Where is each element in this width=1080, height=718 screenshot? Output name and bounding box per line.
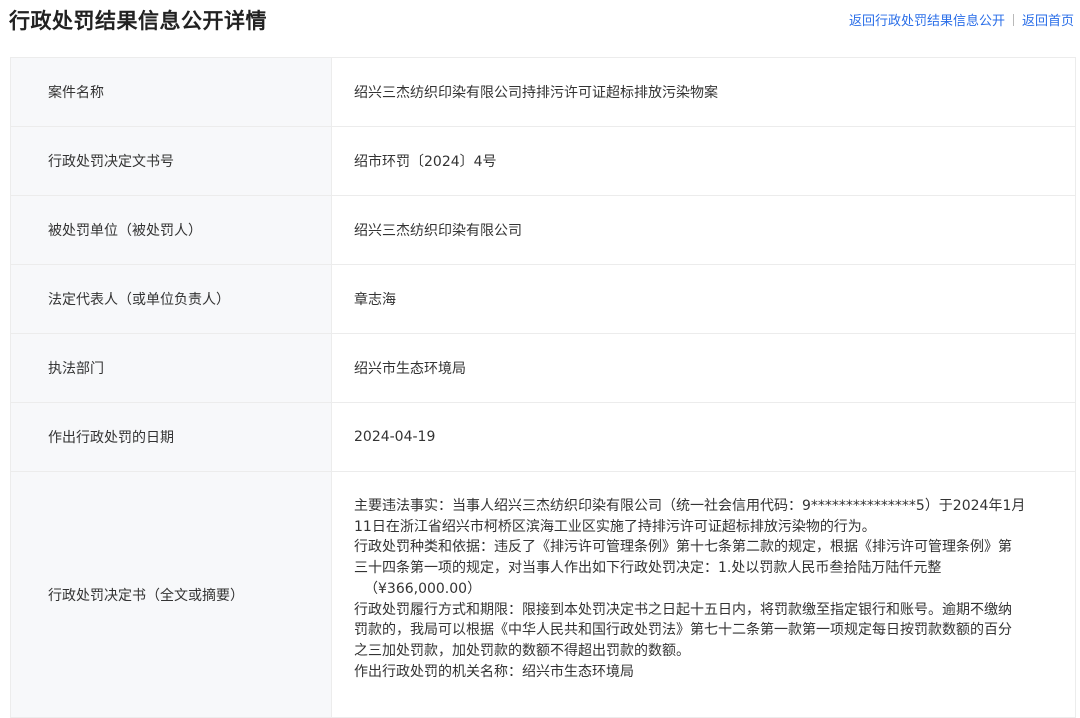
row-label: 作出行政处罚的日期 — [11, 403, 332, 471]
row-label: 行政处罚决定文书号 — [11, 127, 332, 195]
table-row-legal-representative: 法定代表人（或单位负责人） 章志海 — [11, 265, 1076, 334]
row-label: 执法部门 — [11, 334, 332, 402]
page-title: 行政处罚结果信息公开详情 — [9, 9, 267, 33]
decision-line: 主要违法事实：当事人绍兴三杰纺织印染有限公司（统一社会信用代码：9*******… — [354, 498, 1026, 514]
decision-line: 三十四条第一项的规定，对当事人作出如下行政处罚决定：1.处以罚款人民币叁拾陆万陆… — [354, 560, 942, 577]
row-value: 绍兴三杰纺织印染有限公司持排污许可证超标排放污染物案 — [332, 58, 1076, 126]
nav-divider — [1012, 13, 1014, 26]
row-value: 绍兴市生态环境局 — [332, 334, 1076, 402]
table-row-document-number: 行政处罚决定文书号 绍市环罚〔2024〕4号 — [11, 127, 1076, 196]
decision-line: 行政处罚履行方式和期限：限接到本处罚决定书之日起十五日内，将罚款缴至指定银行和账… — [354, 601, 1012, 618]
row-value: 章志海 — [332, 265, 1076, 333]
detail-table: 案件名称 绍兴三杰纺织印染有限公司持排污许可证超标排放污染物案 行政处罚决定文书… — [10, 57, 1076, 718]
decision-line: 11日在浙江省绍兴市柯桥区滨海工业区实施了持排污许可证超标排放污染物的行为。 — [354, 518, 876, 535]
back-to-home-link[interactable]: 返回首页 — [1022, 10, 1074, 29]
row-label: 案件名称 — [11, 58, 332, 126]
page-header: 行政处罚结果信息公开详情 返回行政处罚结果信息公开 返回首页 — [0, 0, 1080, 44]
table-row-decision-document: 行政处罚决定书（全文或摘要） 主要违法事实：当事人绍兴三杰纺织印染有限公司（统一… — [11, 472, 1076, 718]
table-row-penalty-date: 作出行政处罚的日期 2024-04-19 — [11, 403, 1076, 472]
table-row-penalized-entity: 被处罚单位（被处罚人） 绍兴三杰纺织印染有限公司 — [11, 196, 1076, 265]
decision-line-amount: （¥366,000.00） — [364, 580, 482, 597]
table-row-case-name: 案件名称 绍兴三杰纺织印染有限公司持排污许可证超标排放污染物案 — [11, 58, 1076, 127]
decision-line: 作出行政处罚的机关名称：绍兴市生态环境局 — [354, 663, 634, 680]
table-row-enforcement-department: 执法部门 绍兴市生态环境局 — [11, 334, 1076, 403]
decision-text: 主要违法事实：当事人绍兴三杰纺织印染有限公司（统一社会信用代码：9*******… — [332, 472, 1076, 717]
back-to-list-link[interactable]: 返回行政处罚结果信息公开 — [849, 10, 1005, 29]
decision-line: 罚款的，我局可以根据《中华人民共和国行政处罚法》第七十二条第一款第一项规定每日按… — [354, 622, 1012, 639]
decision-line: 之三加处罚款，加处罚款的数额不得超出罚款的数额。 — [354, 642, 690, 659]
row-value: 2024-04-19 — [332, 403, 1076, 471]
row-label: 行政处罚决定书（全文或摘要） — [11, 472, 332, 717]
row-label: 法定代表人（或单位负责人） — [11, 265, 332, 333]
nav-links: 返回行政处罚结果信息公开 返回首页 — [849, 10, 1074, 29]
row-value: 绍兴三杰纺织印染有限公司 — [332, 196, 1076, 264]
row-value: 绍市环罚〔2024〕4号 — [332, 127, 1076, 195]
decision-line: 行政处罚种类和依据：违反了《排污许可管理条例》第十七条第二款的规定，根据《排污许… — [354, 539, 1012, 556]
row-label: 被处罚单位（被处罚人） — [11, 196, 332, 264]
